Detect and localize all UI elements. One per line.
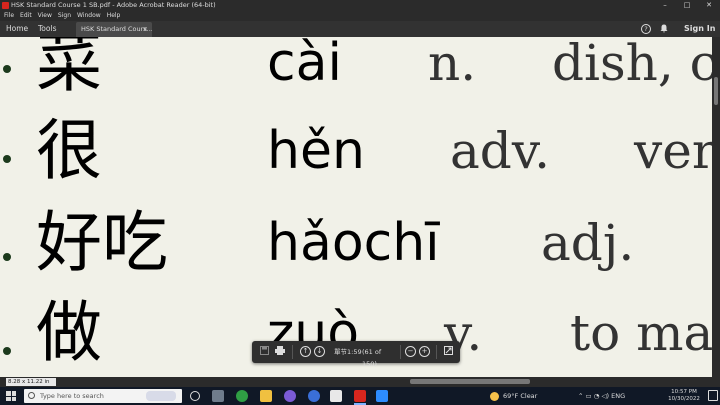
vocab-hanzi: 菜 bbox=[36, 37, 102, 101]
scrollbar-thumb[interactable] bbox=[714, 77, 718, 105]
chrome-icon[interactable] bbox=[236, 390, 248, 402]
tab-home[interactable]: Home bbox=[6, 21, 28, 37]
vocab-meaning: ver bbox=[634, 122, 712, 180]
fit-page-icon[interactable] bbox=[442, 346, 454, 358]
save-icon[interactable] bbox=[258, 346, 270, 358]
vocab-hanzi: 做 bbox=[36, 294, 102, 371]
tab-document[interactable]: HSK Standard Cours... × bbox=[76, 22, 152, 37]
document-viewport[interactable]: 菜 cài n. dish, c 很 hěn adv. ver 好吃 hǎoch… bbox=[0, 37, 720, 377]
search-placeholder: Type here to search bbox=[40, 392, 104, 400]
zoom-app-icon[interactable] bbox=[376, 390, 388, 402]
viber-icon[interactable] bbox=[284, 390, 296, 402]
task-view-icon[interactable] bbox=[212, 390, 224, 402]
weather-widget[interactable]: 69°F Clear bbox=[490, 387, 537, 405]
toolbar-divider bbox=[400, 345, 401, 359]
acrobat-app-icon bbox=[2, 2, 9, 9]
pdf-page: 菜 cài n. dish, c 很 hěn adv. ver 好吃 hǎoch… bbox=[0, 37, 712, 377]
vertical-scrollbar[interactable] bbox=[712, 37, 720, 377]
tab-document-label: HSK Standard Cours... bbox=[81, 25, 152, 33]
title-bar: HSK Standard Course 1 SB.pdf - Adobe Acr… bbox=[0, 0, 720, 11]
weather-temperature: 69°F bbox=[503, 392, 519, 400]
bullet-icon bbox=[3, 155, 11, 163]
bullet-icon bbox=[3, 253, 11, 261]
file-explorer-icon[interactable] bbox=[260, 390, 272, 402]
cortana-icon[interactable] bbox=[190, 391, 200, 401]
bullet-icon bbox=[3, 347, 11, 355]
vocab-pinyin: hǎochī bbox=[267, 213, 440, 273]
clock-date: 10/30/2022 bbox=[668, 396, 700, 402]
weather-sun-icon bbox=[490, 391, 499, 401]
clock-time: 10:57 PM bbox=[671, 389, 697, 395]
vocab-part-of-speech: adj. bbox=[541, 214, 635, 272]
acrobat-taskbar-icon[interactable] bbox=[354, 390, 366, 402]
previous-page-icon[interactable]: ↑ bbox=[300, 346, 311, 357]
taskbar-clock[interactable]: 10:57 PM 10/30/2022 bbox=[664, 389, 704, 403]
close-button[interactable]: ✕ bbox=[698, 0, 720, 11]
next-page-icon[interactable]: ↓ bbox=[314, 346, 325, 357]
menu-edit[interactable]: Edit bbox=[20, 11, 32, 21]
vocab-pinyin: hěn bbox=[267, 121, 365, 181]
weather-description: Clear bbox=[520, 392, 538, 400]
sign-in-button[interactable]: Sign In bbox=[684, 21, 715, 37]
help-icon[interactable]: ? bbox=[641, 24, 651, 34]
bullet-icon bbox=[3, 65, 11, 73]
vocab-row: 很 hěn adv. ver bbox=[0, 111, 712, 191]
vocab-pinyin: cài bbox=[267, 37, 342, 93]
window-title: HSK Standard Course 1 SB.pdf - Adobe Acr… bbox=[11, 1, 216, 9]
vocab-meaning: to ma bbox=[570, 304, 712, 362]
menu-bar: File Edit View Sign Window Help bbox=[0, 11, 720, 21]
floating-page-toolbar: ↑ ↓ 單节1:59 (61 of 150) − + bbox=[252, 341, 460, 368]
volume-icon[interactable]: ◁) bbox=[602, 392, 610, 400]
windows-taskbar: Type here to search 69°F Clear ⌃ ▭ ◔ ◁) … bbox=[0, 387, 720, 405]
menu-window[interactable]: Window bbox=[77, 11, 101, 21]
zoom-out-icon[interactable]: − bbox=[405, 346, 416, 357]
windows-start-icon[interactable] bbox=[6, 391, 16, 401]
input-language[interactable]: ENG bbox=[611, 392, 625, 400]
wifi-icon[interactable]: ◔ bbox=[594, 392, 600, 400]
battery-icon[interactable]: ▭ bbox=[586, 392, 592, 400]
tray-chevron-icon[interactable]: ⌃ bbox=[578, 392, 583, 400]
zoom-in-icon[interactable]: + bbox=[419, 346, 430, 357]
vocab-part-of-speech: n. bbox=[428, 37, 477, 92]
tab-bar: Home Tools HSK Standard Cours... × ? Sig… bbox=[0, 21, 720, 37]
bell-icon[interactable] bbox=[660, 21, 668, 37]
toolbar-divider bbox=[436, 345, 437, 359]
search-icon bbox=[28, 392, 35, 399]
notepad-icon[interactable] bbox=[330, 390, 342, 402]
notifications-icon[interactable] bbox=[708, 390, 718, 401]
horizontal-scrollbar-thumb[interactable] bbox=[410, 379, 530, 384]
vocab-hanzi: 好吃 bbox=[36, 204, 168, 281]
print-icon[interactable] bbox=[274, 346, 286, 358]
page-size-readout: 8.28 x 11.22 in bbox=[6, 378, 56, 386]
minimize-button[interactable]: – bbox=[654, 0, 676, 11]
page-number-field[interactable]: 單节1:59 bbox=[334, 346, 364, 358]
vocab-row: 好吃 hǎochī adj. bbox=[0, 203, 712, 283]
close-tab-icon[interactable]: × bbox=[143, 22, 148, 37]
toolbar-divider bbox=[292, 345, 293, 359]
window-controls: – □ ✕ bbox=[654, 0, 720, 11]
vocab-part-of-speech: adv. bbox=[450, 122, 551, 180]
menu-file[interactable]: File bbox=[4, 11, 14, 21]
vocab-row: 菜 cài n. dish, c bbox=[0, 37, 712, 103]
browser-icon[interactable] bbox=[308, 390, 320, 402]
search-highlight-icon bbox=[146, 391, 176, 401]
page-count: (61 of 150) bbox=[362, 348, 382, 368]
menu-help[interactable]: Help bbox=[107, 11, 121, 21]
tab-tools[interactable]: Tools bbox=[38, 21, 56, 37]
maximize-button[interactable]: □ bbox=[676, 0, 698, 11]
vocab-meaning: dish, c bbox=[552, 37, 712, 92]
vocab-hanzi: 很 bbox=[36, 112, 102, 189]
menu-view[interactable]: View bbox=[38, 11, 52, 21]
menu-sign[interactable]: Sign bbox=[58, 11, 71, 21]
system-tray: ⌃ ▭ ◔ ◁) ENG bbox=[578, 387, 625, 405]
status-bar: 8.28 x 11.22 in bbox=[0, 377, 720, 387]
